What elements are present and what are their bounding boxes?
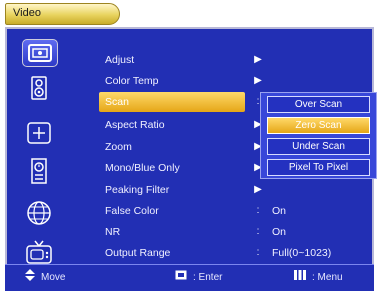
menu-item-label: False Color — [105, 205, 159, 217]
enter-key-icon — [175, 270, 187, 286]
menu-item-label: Aspect Ratio — [105, 119, 165, 131]
crosshair-icon[interactable] — [23, 121, 55, 145]
menu-item-false-color[interactable]: False Color — [99, 201, 245, 221]
menu-item-label: Color Temp — [105, 75, 159, 87]
menu-key-icon — [294, 270, 306, 286]
false-color-value: On — [272, 205, 287, 217]
up-down-arrow-icon — [25, 269, 35, 287]
globe-icon[interactable] — [23, 201, 55, 225]
value-separator: : — [256, 226, 260, 237]
footer-hint-bar: Move : Enter : Menu — [5, 264, 374, 291]
menu-title: Video — [13, 7, 41, 19]
menu-item-label: Zoom — [105, 141, 132, 153]
submenu-item-under-scan[interactable]: Under Scan — [267, 138, 370, 155]
picture-icon[interactable] — [22, 39, 58, 67]
submenu-arrow-icon: ▶ — [254, 184, 262, 195]
osd-menu: Video Adjust ▶ Color Temp ▶ Scan: Aspec… — [0, 0, 383, 297]
menu-item-label: Adjust — [105, 54, 135, 66]
menu-item-zoom[interactable]: Zoom — [99, 137, 245, 157]
scan-submenu: Over Scan Zero Scan Under Scan Pixel To … — [260, 92, 377, 179]
speaker-icon[interactable] — [23, 76, 55, 100]
submenu-item-zero-scan[interactable]: Zero Scan — [267, 117, 370, 134]
output-range-value: Full(0~1023) — [272, 247, 332, 259]
main-panel: Adjust ▶ Color Temp ▶ Scan : Aspect Rati… — [5, 27, 377, 291]
menu-title-tab: Video — [5, 3, 120, 25]
nr-value: On — [272, 226, 287, 238]
submenu-arrow-icon: ▶ — [254, 75, 262, 86]
menu-item-label: Mono/Blue Only — [105, 162, 180, 174]
menu-item-peaking-filter[interactable]: Peaking Filter — [99, 180, 245, 200]
menu-hint-label: : Menu — [312, 272, 343, 283]
submenu-item-pixel-to-pixel[interactable]: Pixel To Pixel — [267, 159, 370, 176]
menu-item-scan[interactable]: Scan — [99, 92, 245, 112]
menu-item-adjust[interactable]: Adjust — [99, 50, 245, 70]
value-separator: : — [256, 205, 260, 216]
menu-item-label: NR — [105, 226, 121, 238]
menu-item-output-range[interactable]: Output Range — [99, 243, 245, 263]
menu-item-nr[interactable]: NR — [99, 222, 245, 242]
menu-item-color-temp[interactable]: Color Temp — [99, 71, 245, 91]
move-hint: Move — [25, 269, 66, 287]
value-separator: : — [256, 247, 260, 258]
menu-item-aspect-ratio[interactable]: Aspect Ratio — [99, 115, 245, 135]
tv-icon[interactable] — [23, 240, 55, 264]
timer-icon[interactable] — [23, 158, 55, 184]
menu-item-label: Scan — [105, 96, 129, 108]
move-hint-label: Move — [41, 272, 66, 283]
submenu-arrow-icon: ▶ — [254, 54, 262, 65]
menu-item-label: Peaking Filter — [105, 184, 170, 196]
menu-item-mono-blue-only[interactable]: Mono/Blue Only — [99, 158, 245, 178]
enter-hint: : Enter — [175, 270, 222, 286]
enter-hint-label: : Enter — [193, 272, 223, 283]
submenu-item-over-scan[interactable]: Over Scan — [267, 96, 370, 113]
menu-item-label: Output Range — [105, 247, 171, 259]
category-icon-column — [13, 29, 69, 264]
menu-hint: : Menu — [294, 270, 343, 286]
